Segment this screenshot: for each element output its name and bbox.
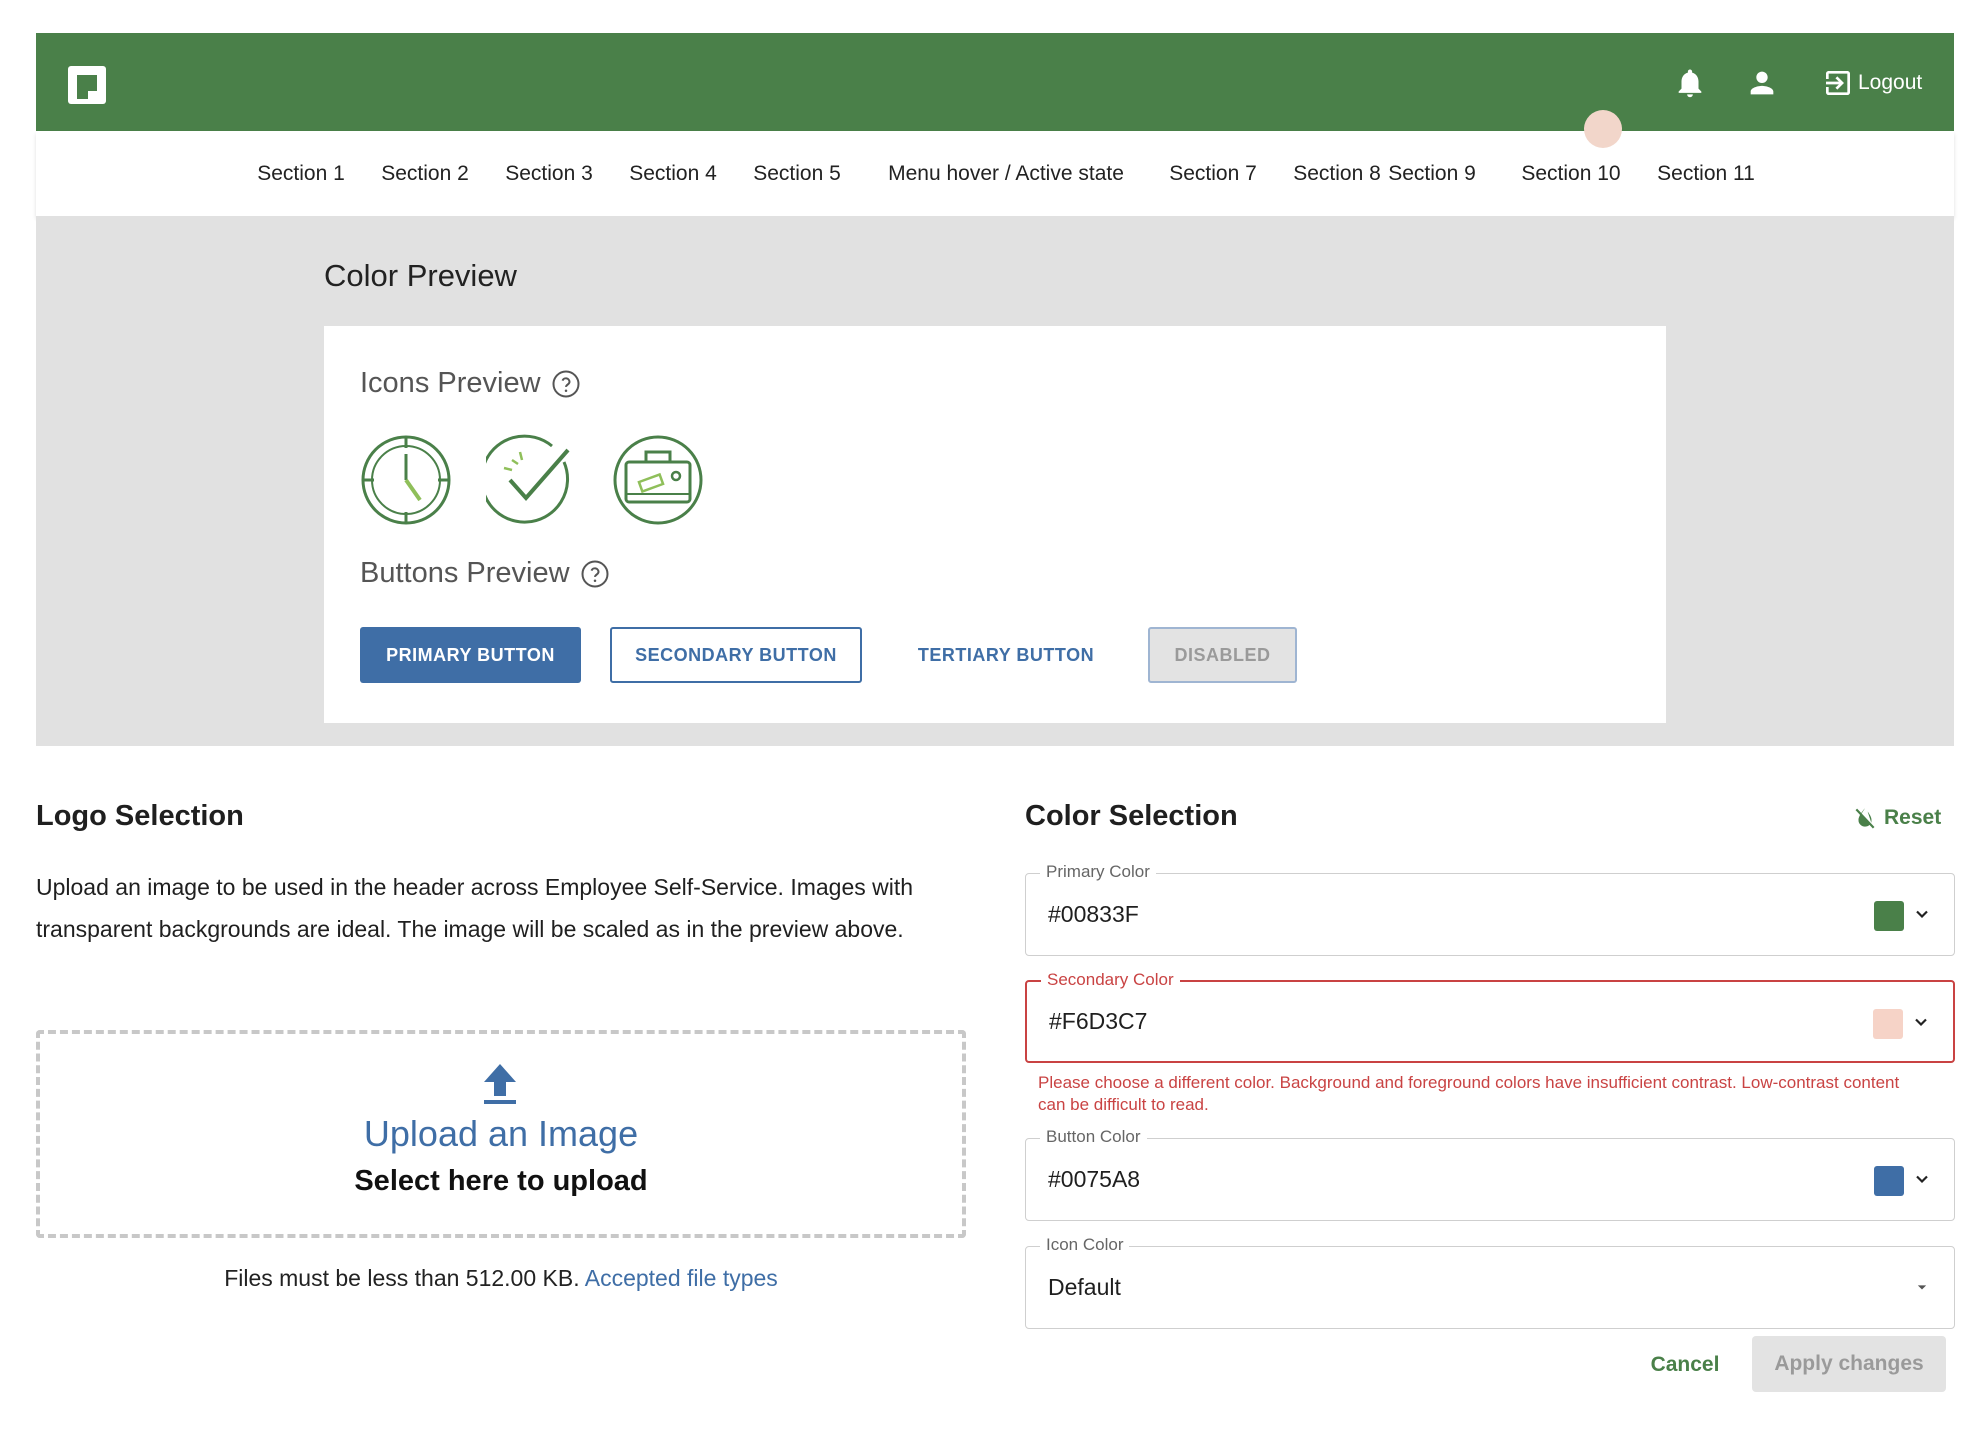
upload-title: Upload an Image [363, 1113, 639, 1154]
brand-logo[interactable] [68, 66, 106, 104]
chevron-down-icon[interactable] [1912, 1169, 1932, 1189]
logout-label: Logout [1858, 71, 1923, 94]
logout-button[interactable]: Logout [1822, 64, 1922, 102]
buttons-preview-heading: Buttons Preview [360, 557, 610, 590]
help-icon[interactable] [551, 369, 581, 399]
primary-color-field[interactable]: Primary Color #00833F [1025, 862, 1955, 956]
apply-changes-button: Apply changes [1752, 1336, 1946, 1392]
icon-color-select[interactable]: Icon Color Default [1025, 1235, 1955, 1329]
reset-button[interactable]: Reset [1852, 805, 1941, 831]
file-size-text: Files must be less than 512.00 KB. [224, 1265, 580, 1291]
nav-section-4[interactable]: Section 4 [608, 131, 738, 216]
primary-color-swatch[interactable] [1874, 901, 1904, 931]
icons-preview-heading: Icons Preview [360, 367, 581, 400]
accepted-file-types-link[interactable]: Accepted file types [585, 1265, 778, 1291]
tertiary-button-preview[interactable]: TERTIARY BUTTON [891, 627, 1121, 683]
app-header [36, 33, 1954, 131]
bell-icon[interactable] [1673, 66, 1707, 100]
chevron-down-icon[interactable] [1912, 904, 1932, 924]
nav-section-10[interactable]: Section 10 [1501, 131, 1641, 216]
secondary-color-field[interactable]: Secondary Color #F6D3C7 [1025, 970, 1955, 1063]
color-selection-title: Color Selection [1025, 800, 1238, 832]
nav-section-5[interactable]: Section 5 [732, 131, 862, 216]
secondary-color-error: Please choose a different color. Backgro… [1038, 1073, 1900, 1114]
nav-section-11[interactable]: Section 11 [1636, 131, 1776, 216]
help-icon[interactable] [580, 559, 610, 589]
upload-icon [484, 1064, 516, 1104]
nav-section-9[interactable]: Section 9 [1373, 131, 1491, 219]
hover-indicator [1584, 110, 1622, 148]
button-color-swatch[interactable] [1874, 1166, 1904, 1196]
button-color-field[interactable]: Button Color #0075A8 [1025, 1127, 1955, 1221]
check-circle-icon [486, 434, 570, 524]
logout-icon [1826, 71, 1850, 95]
primary-button-preview[interactable]: PRIMARY BUTTON [360, 627, 581, 683]
secondary-color-value[interactable]: #F6D3C7 [1049, 982, 1147, 1061]
logo-selection-description: Upload an image to be used in the header… [36, 874, 914, 942]
icon-color-value[interactable]: Default [1048, 1247, 1121, 1328]
user-icon[interactable] [1745, 66, 1779, 100]
nav-section-6[interactable]: Menu hover / Active state [856, 131, 1156, 216]
chevron-down-icon[interactable] [1911, 1012, 1931, 1032]
cancel-button[interactable]: Cancel [1630, 1340, 1740, 1390]
section-nav: Section 1 Section 2 Section 3 Section 4 … [36, 131, 1954, 219]
reset-label: Reset [1884, 806, 1942, 829]
color-reset-icon [1855, 808, 1875, 829]
nav-section-1[interactable]: Section 1 [236, 131, 366, 216]
nav-section-3[interactable]: Section 3 [484, 131, 614, 216]
briefcase-icon [613, 435, 703, 525]
primary-color-value[interactable]: #00833F [1048, 874, 1139, 955]
file-size-note: Files must be less than 512.00 KB. Accep… [36, 1265, 966, 1292]
caret-down-icon[interactable] [1912, 1277, 1932, 1297]
nav-section-7[interactable]: Section 7 [1148, 131, 1278, 216]
nav-section-2[interactable]: Section 2 [360, 131, 490, 216]
preview-title: Color Preview [324, 258, 517, 293]
logo-selection-title: Logo Selection [36, 800, 244, 832]
upload-subtitle: Select here to upload [354, 1165, 648, 1197]
button-color-value[interactable]: #0075A8 [1048, 1139, 1140, 1220]
secondary-button-preview[interactable]: SECONDARY BUTTON [610, 627, 862, 683]
disabled-button-preview: DISABLED [1148, 627, 1297, 683]
clock-icon [361, 435, 451, 525]
secondary-color-swatch[interactable] [1873, 1009, 1903, 1039]
